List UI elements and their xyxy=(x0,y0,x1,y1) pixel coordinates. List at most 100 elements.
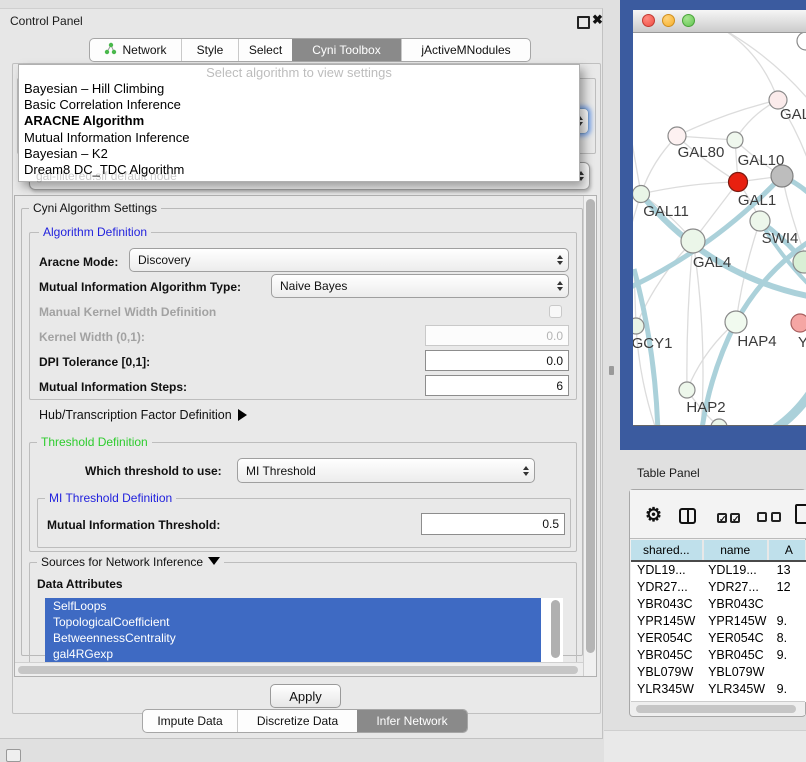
column-header[interactable]: name xyxy=(704,540,769,560)
split-columns-icon[interactable] xyxy=(679,508,696,524)
table-horizontal-scrollbar[interactable] xyxy=(631,701,805,715)
network-node[interactable] xyxy=(771,165,793,187)
tab-infer-network[interactable]: Infer Network xyxy=(357,710,467,732)
network-window-titlebar[interactable] xyxy=(633,10,806,33)
dropdown-item[interactable]: Mutual Information Inference xyxy=(19,130,579,146)
table-cell: YBL079W xyxy=(631,664,704,681)
network-node[interactable] xyxy=(633,186,650,203)
network-node-label: GAL xyxy=(780,106,806,123)
combobox-value: Naive Bayes xyxy=(280,279,552,293)
tab-impute-data[interactable]: Impute Data xyxy=(143,710,237,732)
table-cell: YPR145W xyxy=(704,613,770,630)
float-window-icon[interactable] xyxy=(577,16,590,29)
aracne-mode-combobox[interactable]: Discovery xyxy=(129,248,569,272)
network-node[interactable] xyxy=(681,229,705,253)
table-row[interactable]: YDR27...YDR27...12 xyxy=(631,579,806,596)
network-node-label: Y xyxy=(798,334,806,351)
column-header[interactable]: A xyxy=(769,540,806,560)
panel-divider-handle[interactable] xyxy=(609,366,614,375)
settings-vertical-scrollbar[interactable] xyxy=(583,196,597,676)
manual-kernel-width-checkbox[interactable] xyxy=(549,305,562,318)
data-attribute-item[interactable]: SelfLoops xyxy=(45,598,541,614)
network-node[interactable] xyxy=(797,33,806,50)
table-row[interactable]: YBR043CYBR043C xyxy=(631,596,806,613)
tab-label: Style xyxy=(197,43,224,57)
table-row[interactable]: YDL19...YDL19...13 xyxy=(631,562,806,579)
tab-discretize-data[interactable]: Discretize Data xyxy=(237,710,357,732)
mi-algorithm-type-combobox[interactable]: Naive Bayes xyxy=(271,274,569,298)
apply-button[interactable]: Apply xyxy=(270,684,341,708)
manual-kernel-width-label: Manual Kernel Width Definition xyxy=(39,305,216,319)
dropdown-placeholder: Select algorithm to view settings xyxy=(19,65,579,81)
network-node[interactable] xyxy=(633,318,644,334)
mi-threshold-field[interactable]: 0.5 xyxy=(421,513,565,535)
select-all-columns-icon[interactable]: ✓✓ xyxy=(717,511,740,525)
table-cell: YER054C xyxy=(631,630,704,647)
settings-horizontal-scrollbar[interactable] xyxy=(15,662,583,677)
hub-definition-expander[interactable]: Hub/Transcription Factor Definition xyxy=(39,408,247,422)
network-node[interactable] xyxy=(679,382,695,398)
network-node[interactable] xyxy=(791,314,806,332)
network-edge[interactable] xyxy=(677,100,778,136)
network-canvas[interactable]: GALGAL80GAL10GAL1GAL11SWI4GAL4GCY1HAP4YH… xyxy=(633,33,806,425)
table-row[interactable]: YER054CYER054C8. xyxy=(631,630,806,647)
data-attribute-item[interactable]: BetweennessCentrality xyxy=(45,630,541,646)
tab-cyni-toolbox[interactable]: Cyni Toolbox xyxy=(292,39,401,61)
column-header[interactable]: shared... xyxy=(631,540,704,560)
network-edge[interactable] xyxy=(744,391,806,425)
table-row[interactable]: YBL079WYBL079W xyxy=(631,664,806,681)
tab-style[interactable]: Style xyxy=(181,39,238,61)
dropdown-item[interactable]: Bayesian – Hill Climbing xyxy=(19,81,579,97)
network-edge[interactable] xyxy=(641,136,677,194)
tab-select[interactable]: Select xyxy=(238,39,292,61)
table-toolbar: ⚙ ✓✓ xyxy=(630,490,806,539)
kernel-width-field[interactable]: 0.0 xyxy=(425,325,569,346)
zoom-traffic-light-icon[interactable] xyxy=(682,14,695,27)
data-attribute-item[interactable]: TopologicalCoefficient xyxy=(45,614,541,630)
network-view-frame[interactable]: GALGAL80GAL10GAL1GAL11SWI4GAL4GCY1HAP4YH… xyxy=(620,0,806,450)
tab-network[interactable]: Network xyxy=(90,39,181,61)
sources-expander[interactable]: Sources for Network Inference xyxy=(37,555,224,569)
background-combobox-text: gal-filtered.sif default node xyxy=(36,169,177,183)
network-edge[interactable] xyxy=(641,182,738,194)
network-edge[interactable] xyxy=(700,33,778,100)
network-node-label: SWI4 xyxy=(762,230,799,247)
network-node[interactable] xyxy=(725,311,747,333)
dropdown-item[interactable]: Bayesian – K2 xyxy=(19,146,579,162)
network-node[interactable] xyxy=(729,173,748,192)
table-cell: YER054C xyxy=(704,630,770,647)
network-edge[interactable] xyxy=(633,131,641,194)
network-node[interactable] xyxy=(668,127,686,145)
tab-label: Impute Data xyxy=(157,714,222,728)
dpi-tolerance-field[interactable]: 0.0 xyxy=(425,350,569,371)
which-threshold-combobox[interactable]: MI Threshold xyxy=(237,458,535,483)
table-cell: YDL19... xyxy=(704,562,770,579)
new-table-icon[interactable] xyxy=(795,504,806,524)
scrollbar-thumb[interactable] xyxy=(636,705,796,713)
scrollbar-thumb[interactable] xyxy=(586,199,595,653)
network-node[interactable] xyxy=(727,132,743,148)
list-scrollbar-thumb[interactable] xyxy=(551,600,560,658)
dropdown-list: Bayesian – Hill ClimbingBasic Correlatio… xyxy=(19,81,579,178)
deselect-all-columns-icon[interactable] xyxy=(757,511,781,525)
mi-steps-field[interactable]: 6 xyxy=(425,375,569,396)
table-cell: YDL19... xyxy=(631,562,704,579)
close-traffic-light-icon[interactable] xyxy=(642,14,655,27)
close-icon[interactable]: ✖ xyxy=(592,12,603,28)
scrollbar-thumb[interactable] xyxy=(18,666,578,674)
field-value: 0.5 xyxy=(542,517,559,531)
network-node-label: HAP4 xyxy=(737,333,776,350)
dropdown-item[interactable]: ARACNE Algorithm xyxy=(19,113,579,129)
collapsed-panel-icon[interactable] xyxy=(6,749,21,762)
table-row[interactable]: YLR345WYLR345W9. xyxy=(631,681,806,698)
minimize-traffic-light-icon[interactable] xyxy=(662,14,675,27)
network-node[interactable] xyxy=(750,211,770,231)
network-node[interactable] xyxy=(711,419,727,425)
gear-icon[interactable]: ⚙ xyxy=(645,506,662,525)
dropdown-item[interactable]: Basic Correlation Inference xyxy=(19,97,579,113)
cyni-bottom-tabbar: Impute Data Discretize Data Infer Networ… xyxy=(142,709,468,733)
data-attribute-item[interactable]: gal4RGexp xyxy=(45,646,541,662)
table-row[interactable]: YPR145WYPR145W9. xyxy=(631,613,806,630)
tab-jactivemnodules[interactable]: jActiveMNodules xyxy=(401,39,530,61)
table-row[interactable]: YBR045CYBR045C9. xyxy=(631,647,806,664)
